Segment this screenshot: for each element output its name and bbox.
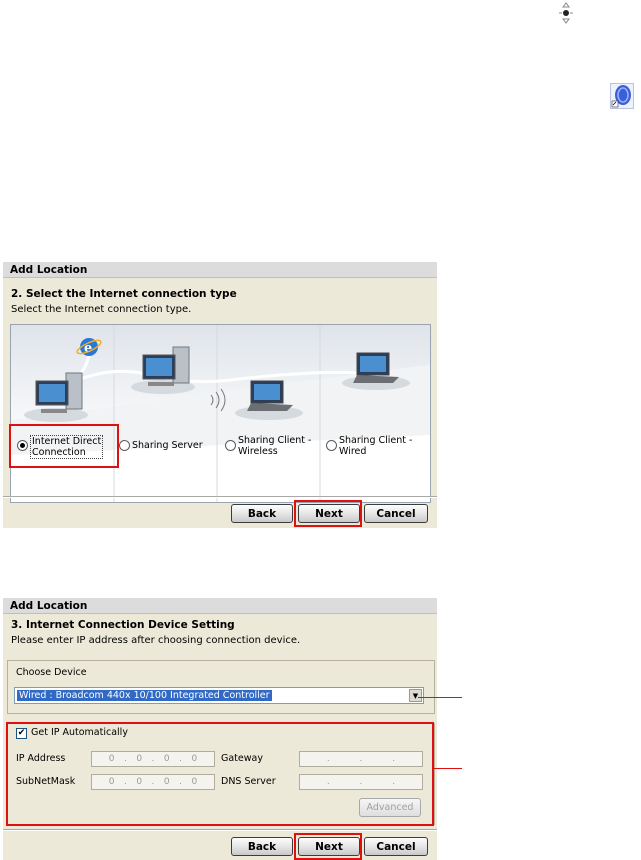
dialog-title: Add Location [3, 598, 437, 614]
radio-sharing-server[interactable] [119, 440, 130, 451]
label-sharing-client-wired: Sharing Client - Wired [339, 435, 413, 457]
cancel-button[interactable]: Cancel [364, 837, 428, 856]
device-select-value: Wired : Broadcom 440x 10/100 Integrated … [17, 690, 272, 701]
dialog-title: Add Location [3, 262, 437, 278]
separator [3, 496, 437, 498]
connection-type-panel: e Internet Direct Connection Sharing Ser… [10, 324, 431, 503]
radio-sharing-client-wired[interactable] [326, 440, 337, 451]
separator [3, 829, 437, 831]
step-subtitle: Please enter IP address after choosing c… [11, 635, 301, 646]
highlight-ip-settings [6, 722, 434, 826]
move-crosshair-icon [559, 2, 573, 24]
back-button[interactable]: Back [231, 837, 293, 856]
highlight-next-button [294, 500, 362, 527]
annotation-line-device [418, 697, 462, 698]
network-illustration: e [11, 325, 430, 502]
choose-device-label: Choose Device [16, 667, 87, 678]
step-title: 3. Internet Connection Device Setting [11, 619, 235, 631]
back-button[interactable]: Back [231, 504, 293, 523]
network-app-icon[interactable] [610, 83, 634, 109]
step-title: 2. Select the Internet connection type [11, 288, 237, 300]
chevron-down-icon[interactable]: ▼ [409, 689, 422, 702]
highlight-next-button [294, 833, 362, 860]
highlight-internet-direct [9, 424, 119, 468]
device-select[interactable]: Wired : Broadcom 440x 10/100 Integrated … [14, 687, 424, 704]
step-subtitle: Select the Internet connection type. [11, 304, 192, 315]
cancel-button[interactable]: Cancel [364, 504, 428, 523]
add-location-dialog-step2: Add Location 2. Select the Internet conn… [3, 262, 437, 528]
label-sharing-server: Sharing Server [132, 440, 203, 451]
annotation-line-ip [434, 768, 462, 769]
radio-sharing-client-wireless[interactable] [225, 440, 236, 451]
label-sharing-client-wireless: Sharing Client - Wireless [238, 435, 312, 457]
